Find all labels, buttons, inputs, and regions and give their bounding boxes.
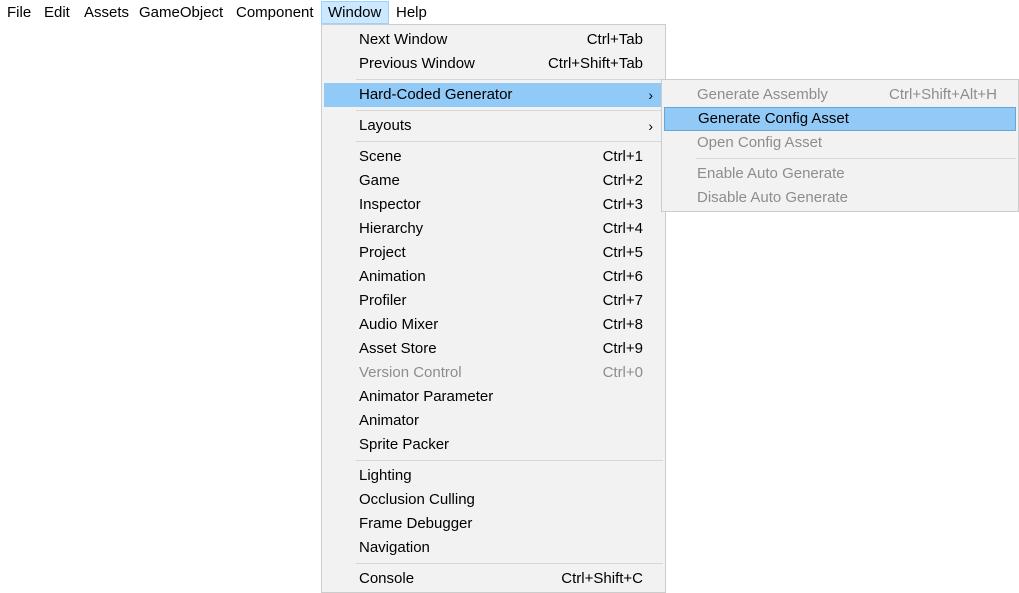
menu-item-label: Console [359, 570, 415, 587]
menu-item-shortcut: Ctrl+8 [602, 316, 643, 333]
menu-item-sprite-packer[interactable]: Sprite Packer [324, 433, 663, 457]
menu-item-version-control: Version Control Ctrl+0 [324, 361, 663, 385]
menu-item-label: Generate Assembly [697, 86, 828, 103]
menu-item-next-window[interactable]: Next Window Ctrl+Tab [324, 28, 663, 52]
menu-edit[interactable]: Edit [38, 1, 76, 24]
menu-item-game[interactable]: Game Ctrl+2 [324, 169, 663, 193]
menu-item-profiler[interactable]: Profiler Ctrl+7 [324, 289, 663, 313]
menu-item-hard-coded-generator[interactable]: Hard-Coded Generator › [324, 83, 663, 107]
menu-item-audio-mixer[interactable]: Audio Mixer Ctrl+8 [324, 313, 663, 337]
menu-bar: File Edit Assets GameObject Component Wi… [0, 0, 1019, 25]
submenu-item-disable-auto-generate: Disable Auto Generate [664, 186, 1016, 210]
menu-item-lighting[interactable]: Lighting [324, 464, 663, 488]
menu-item-shortcut: Ctrl+Shift+C [561, 570, 643, 587]
menu-item-shortcut: Ctrl+9 [602, 340, 643, 357]
menu-item-label: Hard-Coded Generator [359, 86, 513, 103]
menu-assets[interactable]: Assets [78, 1, 135, 24]
menu-item-scene[interactable]: Scene Ctrl+1 [324, 145, 663, 169]
menu-item-shortcut: Ctrl+7 [602, 292, 643, 309]
hard-coded-generator-submenu: Generate Assembly Ctrl+Shift+Alt+H Gener… [661, 79, 1019, 212]
menu-item-label: Animator Parameter [359, 388, 494, 405]
submenu-item-generate-config-asset[interactable]: Generate Config Asset [664, 107, 1016, 131]
window-dropdown-menu: Next Window Ctrl+Tab Previous Window Ctr… [321, 24, 666, 593]
menu-gameobject[interactable]: GameObject [133, 1, 229, 24]
menu-window[interactable]: Window [321, 1, 389, 24]
menu-item-occlusion-culling[interactable]: Occlusion Culling [324, 488, 663, 512]
menu-item-shortcut: Ctrl+3 [602, 196, 643, 213]
menu-item-label: Asset Store [359, 340, 437, 357]
menu-item-animator[interactable]: Animator [324, 409, 663, 433]
menu-item-asset-store[interactable]: Asset Store Ctrl+9 [324, 337, 663, 361]
menu-item-hierarchy[interactable]: Hierarchy Ctrl+4 [324, 217, 663, 241]
menu-item-label: Hierarchy [359, 220, 424, 237]
menu-separator [696, 158, 1016, 159]
submenu-item-open-config-asset: Open Config Asset [664, 131, 1016, 155]
menu-item-inspector[interactable]: Inspector Ctrl+3 [324, 193, 663, 217]
menu-item-shortcut: Ctrl+0 [602, 364, 643, 381]
menu-item-navigation[interactable]: Navigation [324, 536, 663, 560]
menu-item-label: Animation [359, 268, 426, 285]
menu-item-console[interactable]: Console Ctrl+Shift+C [324, 567, 663, 591]
menu-item-label: Profiler [359, 292, 407, 309]
menu-item-project[interactable]: Project Ctrl+5 [324, 241, 663, 265]
menu-item-shortcut: Ctrl+Tab [586, 31, 643, 48]
menu-component[interactable]: Component [230, 1, 320, 24]
menu-item-label: Next Window [359, 31, 448, 48]
menu-item-label: Navigation [359, 539, 430, 556]
menu-item-animator-parameter[interactable]: Animator Parameter [324, 385, 663, 409]
menu-item-animation[interactable]: Animation Ctrl+6 [324, 265, 663, 289]
menu-item-label: Layouts [359, 117, 412, 134]
menu-item-label: Lighting [359, 467, 412, 484]
menu-separator [356, 563, 663, 564]
menu-item-label: Frame Debugger [359, 515, 473, 532]
menu-item-label: Generate Config Asset [698, 110, 849, 127]
menu-item-label: Audio Mixer [359, 316, 439, 333]
menu-item-frame-debugger[interactable]: Frame Debugger [324, 512, 663, 536]
menu-separator [356, 79, 663, 80]
menu-separator [356, 460, 663, 461]
menu-item-label: Open Config Asset [697, 134, 823, 151]
menu-help[interactable]: Help [390, 1, 433, 24]
chevron-right-icon: › [648, 87, 653, 103]
menu-item-shortcut: Ctrl+6 [602, 268, 643, 285]
submenu-item-enable-auto-generate: Enable Auto Generate [664, 162, 1016, 186]
menu-item-label: Game [359, 172, 400, 189]
chevron-right-icon: › [648, 118, 653, 134]
menu-item-shortcut: Ctrl+1 [602, 148, 643, 165]
menu-item-label: Inspector [359, 196, 421, 213]
menu-item-label: Previous Window [359, 55, 475, 72]
menu-item-layouts[interactable]: Layouts › [324, 114, 663, 138]
menu-item-label: Project [359, 244, 406, 261]
submenu-item-generate-assembly: Generate Assembly Ctrl+Shift+Alt+H [664, 83, 1016, 107]
menu-item-label: Occlusion Culling [359, 491, 475, 508]
menu-item-shortcut: Ctrl+2 [602, 172, 643, 189]
menu-item-label: Sprite Packer [359, 436, 450, 453]
menu-separator [356, 110, 663, 111]
menu-item-shortcut: Ctrl+5 [602, 244, 643, 261]
menu-item-label: Animator [359, 412, 420, 429]
menu-file[interactable]: File [1, 1, 37, 24]
menu-item-label: Disable Auto Generate [697, 189, 848, 206]
menu-item-previous-window[interactable]: Previous Window Ctrl+Shift+Tab [324, 52, 663, 76]
menu-item-label: Enable Auto Generate [697, 165, 845, 182]
menu-separator [356, 141, 663, 142]
menu-item-shortcut: Ctrl+Shift+Tab [547, 55, 643, 72]
menu-item-shortcut: Ctrl+4 [602, 220, 643, 237]
menu-item-shortcut: Ctrl+Shift+Alt+H [889, 86, 997, 103]
menu-item-label: Scene [359, 148, 402, 165]
menu-item-label: Version Control [359, 364, 462, 381]
